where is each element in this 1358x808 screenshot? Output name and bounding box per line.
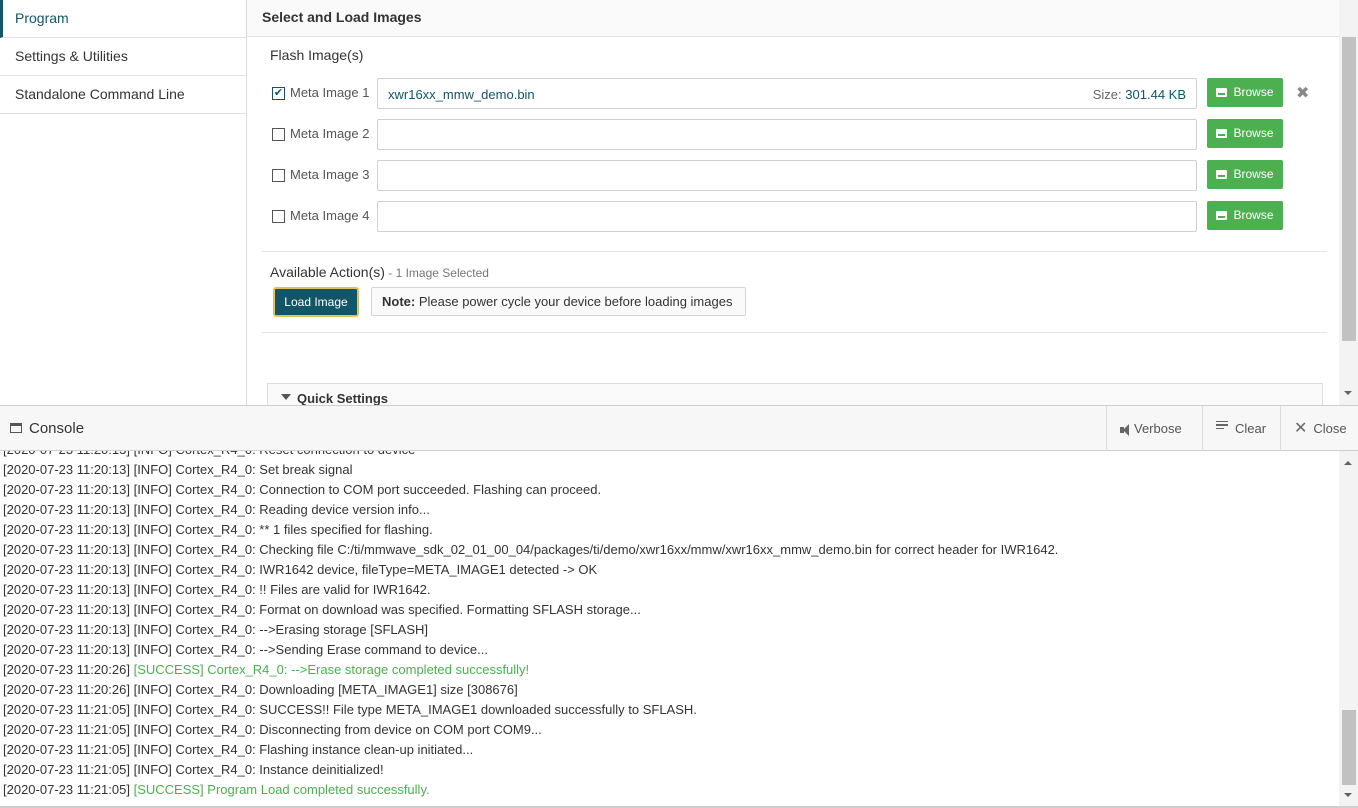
console-log: [2020-07-23 11:20:13] [INFO] Cortex_R4_0… <box>0 451 1339 806</box>
meta-image-row-3: Meta Image 3 Browse <box>272 160 1312 192</box>
log-line: [2020-07-23 11:20:13] [INFO] Cortex_R4_0… <box>3 622 429 637</box>
drive-icon <box>1216 211 1228 220</box>
drive-icon <box>1216 170 1228 179</box>
log-line: [2020-07-23 11:21:05] [SUCCESS] Program … <box>3 782 430 797</box>
log-lines: [2020-07-23 11:20:13] [INFO] Cortex_R4_0… <box>3 451 1058 800</box>
divider <box>262 332 1327 333</box>
drive-icon <box>1216 129 1228 138</box>
divider <box>262 251 1327 252</box>
meta-image-2-browse-button[interactable]: Browse <box>1207 119 1283 148</box>
meta-image-4-browse-button[interactable]: Browse <box>1207 201 1283 230</box>
log-line: [2020-07-23 11:20:26] [SUCCESS] Cortex_R… <box>3 662 530 677</box>
log-line: [2020-07-23 11:20:13] [INFO] Cortex_R4_0… <box>3 582 431 597</box>
console-scrollbar[interactable] <box>1339 451 1358 806</box>
meta-image-1-checkbox[interactable]: ✔ <box>272 87 285 100</box>
meta-image-2-file-field[interactable] <box>377 119 1197 150</box>
meta-image-4-label: Meta Image 4 <box>290 208 370 223</box>
console-title: Console <box>10 420 84 437</box>
available-actions-heading: Available Action(s) - 1 Image Selected <box>270 264 489 280</box>
meta-image-1-browse-button[interactable]: Browse <box>1207 78 1283 107</box>
clear-lines-icon <box>1216 420 1228 432</box>
log-line: [2020-07-23 11:20:13] [INFO] Cortex_R4_0… <box>3 642 488 657</box>
meta-image-2-label: Meta Image 2 <box>290 126 370 141</box>
main-scrollbar[interactable] <box>1339 0 1358 405</box>
close-icon: ✕ <box>1294 420 1308 437</box>
images-selected-count: - 1 Image Selected <box>384 266 489 280</box>
log-line: [2020-07-23 11:20:13] [INFO] Cortex_R4_0… <box>3 482 602 497</box>
meta-image-3-file-field[interactable] <box>377 160 1197 191</box>
quick-settings-toggle[interactable]: Quick Settings <box>267 383 1323 405</box>
log-line: [2020-07-23 11:21:05] [INFO] Cortex_R4_0… <box>3 742 474 757</box>
power-cycle-note: Note: Please power cycle your device bef… <box>371 287 746 316</box>
quick-settings-label: Quick Settings <box>297 391 389 405</box>
log-line: [2020-07-23 11:20:13] [INFO] Cortex_R4_0… <box>3 542 1059 557</box>
meta-image-3-browse-button[interactable]: Browse <box>1207 160 1283 189</box>
meta-image-1-filename: xwr16xx_mmw_demo.bin <box>388 87 535 102</box>
meta-image-row-1: ✔ Meta Image 1 xwr16xx_mmw_demo.bin Size… <box>272 78 1312 110</box>
drive-icon <box>1216 88 1228 97</box>
meta-image-3-label: Meta Image 3 <box>290 167 370 182</box>
meta-image-2-checkbox[interactable] <box>272 128 285 141</box>
clear-button[interactable]: Clear <box>1202 406 1280 451</box>
close-button[interactable]: ✕ Close <box>1280 406 1358 451</box>
sidebar: Program Settings & Utilities Standalone … <box>0 0 247 405</box>
sidebar-item-settings-utilities[interactable]: Settings & Utilities <box>0 38 246 76</box>
log-line: [2020-07-23 11:20:13] [INFO] Cortex_R4_0… <box>3 502 430 517</box>
meta-image-4-checkbox[interactable] <box>272 210 285 223</box>
meta-image-1-label: Meta Image 1 <box>290 85 370 100</box>
flash-images-heading: Flash Image(s) <box>270 47 364 63</box>
window-icon <box>10 423 22 433</box>
meta-image-1-remove-icon[interactable]: ✖ <box>1296 83 1309 103</box>
meta-image-1-file-field[interactable]: xwr16xx_mmw_demo.bin Size: 301.44 KB <box>377 78 1197 109</box>
program-panel: Program Settings & Utilities Standalone … <box>0 0 1358 405</box>
scroll-down-arrow-icon[interactable] <box>1344 793 1352 797</box>
meta-image-3-checkbox[interactable] <box>272 169 285 182</box>
main-content: Select and Load Images Flash Image(s) ✔ … <box>247 0 1339 405</box>
meta-image-row-2: Meta Image 2 Browse <box>272 119 1312 151</box>
scrollbar-thumb[interactable] <box>1342 710 1356 785</box>
log-line: [2020-07-23 11:20:26] [INFO] Cortex_R4_0… <box>3 682 518 697</box>
log-line: [2020-07-23 11:21:05] [INFO] Cortex_R4_0… <box>3 722 542 737</box>
caret-down-icon <box>281 394 291 400</box>
meta-image-row-4: Meta Image 4 Browse <box>272 201 1312 233</box>
speaker-icon <box>1120 424 1129 436</box>
verbose-button[interactable]: Verbose <box>1106 406 1202 451</box>
log-line: [2020-07-23 11:20:13] [INFO] Cortex_R4_0… <box>3 562 598 577</box>
log-line: [2020-07-23 11:21:05] [INFO] Cortex_R4_0… <box>3 762 384 777</box>
log-line: [2020-07-23 11:20:13] [INFO] Cortex_R4_0… <box>3 522 433 537</box>
scroll-up-arrow-icon[interactable] <box>1344 461 1352 465</box>
meta-image-4-file-field[interactable] <box>377 201 1197 232</box>
sidebar-item-program[interactable]: Program <box>0 0 246 38</box>
scroll-down-arrow-icon[interactable] <box>1344 391 1352 395</box>
console-header: Console Verbose Clear ✕ Close <box>0 405 1358 451</box>
sidebar-item-standalone-command-line[interactable]: Standalone Command Line <box>0 76 246 114</box>
log-line: [2020-07-23 11:20:13] [INFO] Cortex_R4_0… <box>3 602 641 617</box>
scrollbar-thumb[interactable] <box>1342 37 1356 341</box>
section-title: Select and Load Images <box>247 0 1339 37</box>
meta-image-1-size: Size: 301.44 KB <box>1092 87 1186 102</box>
log-line: [2020-07-23 11:20:13] [INFO] Cortex_R4_0… <box>3 462 353 477</box>
load-image-button[interactable]: Load Image <box>273 287 359 317</box>
log-line: [2020-07-23 11:21:05] [INFO] Cortex_R4_0… <box>3 702 697 717</box>
log-line: [2020-07-23 11:20:13] [INFO] Cortex_R4_0… <box>3 451 1058 460</box>
